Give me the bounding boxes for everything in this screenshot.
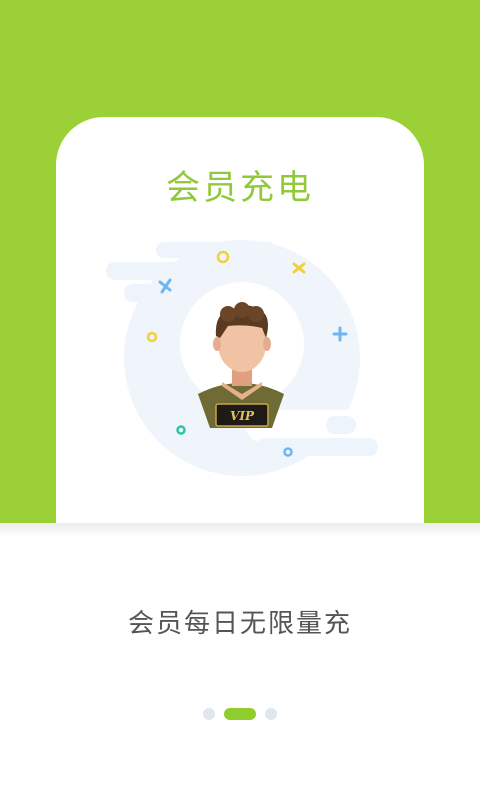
page-dot-3[interactable] [265,708,277,720]
vip-member-illustration: VIP [106,240,378,476]
page-dot-2-active[interactable] [224,708,256,720]
card-title: 会员充电 [166,168,314,208]
vip-badge-label: VIP [230,409,255,423]
card-shadow [0,523,480,537]
page-indicator [203,707,277,721]
page-dot-1[interactable] [203,708,215,720]
onboarding-caption: 会员每日无限量充 [127,609,352,639]
